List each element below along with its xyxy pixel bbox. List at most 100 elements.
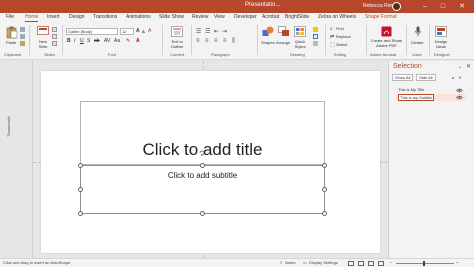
pdf-icon[interactable] — [381, 26, 392, 37]
resize-handle[interactable] — [322, 211, 327, 216]
align-right-icon[interactable]: ≡ — [214, 38, 218, 44]
minimize-button[interactable]: – — [419, 2, 431, 11]
shape-fill-icon[interactable] — [313, 27, 318, 32]
shrink-font-icon[interactable]: A — [142, 29, 145, 34]
create-share-pdf-label[interactable]: Create and Share Adobe PDF — [370, 38, 403, 48]
slide-show-icon[interactable] — [378, 261, 384, 266]
resize-handle[interactable] — [78, 211, 83, 216]
text-to-outline-icon[interactable] — [171, 26, 183, 37]
notes-icon[interactable]: ≡ — [280, 260, 282, 265]
shapes-label[interactable]: Shapes — [261, 40, 275, 45]
slide[interactable]: Click to add title Click to add subtitle — [41, 71, 380, 253]
tab-transitions[interactable]: Transitions — [93, 14, 117, 20]
new-slide-icon[interactable] — [37, 26, 49, 37]
resize-handle[interactable] — [78, 187, 83, 192]
subtitle-placeholder[interactable]: Click to add subtitle — [80, 165, 325, 214]
close-pane-button[interactable]: ✕ — [466, 63, 471, 70]
tab-insert[interactable]: Insert — [47, 14, 60, 20]
zoom-slider-thumb[interactable] — [423, 261, 425, 266]
arrange-label[interactable]: Arrange — [276, 40, 290, 45]
arrange-icon[interactable] — [278, 26, 290, 37]
thumbnails-pane[interactable]: Thumbnails — [0, 61, 33, 258]
tab-slide-show[interactable]: Slide Show — [159, 14, 184, 20]
subtitle-placeholder-text[interactable]: Click to add subtitle — [81, 171, 324, 180]
tab-view[interactable]: View — [214, 14, 225, 20]
tab-acrobat[interactable]: Acrobat — [262, 14, 279, 20]
tab-developer[interactable]: Developer — [234, 14, 257, 20]
slide-sorter-icon[interactable] — [358, 261, 364, 266]
bullets-icon[interactable]: ☰ — [196, 28, 201, 35]
quick-styles-icon[interactable] — [294, 26, 306, 37]
eye-icon[interactable] — [456, 88, 463, 93]
resize-handle[interactable] — [200, 211, 205, 216]
strikethrough-icon[interactable]: ab — [94, 38, 100, 44]
shape-outline-icon[interactable] — [313, 34, 318, 39]
find-icon[interactable]: ⌕ — [330, 26, 333, 32]
shadow-icon[interactable]: S — [87, 38, 90, 44]
change-case-icon[interactable]: Aa — [114, 38, 120, 44]
slide-canvas[interactable]: Click to add title Click to add subtitle — [33, 61, 388, 258]
maximize-button[interactable]: □ — [437, 2, 449, 11]
resize-handle[interactable] — [322, 163, 327, 168]
italic-icon[interactable]: I — [74, 38, 75, 44]
tab-zebra-on-wheels[interactable]: Zebra on Wheels — [318, 14, 356, 20]
paste-icon[interactable] — [6, 26, 18, 39]
font-size-field[interactable]: 12 — [120, 28, 134, 35]
paste-label[interactable]: Paste — [6, 40, 16, 45]
justify-icon[interactable]: ≡ — [223, 38, 227, 44]
send-backward-icon[interactable]: ▼ — [458, 75, 462, 80]
tab-design[interactable]: Design — [69, 14, 85, 20]
pane-options-icon[interactable]: ⌄ — [458, 64, 462, 70]
text-to-outline-label[interactable]: Text to Outline — [167, 39, 187, 49]
design-ideas-icon[interactable] — [435, 26, 447, 37]
quick-styles-label[interactable]: Quick Styles — [293, 39, 307, 49]
thumbnails-label[interactable]: Thumbnails — [6, 116, 11, 137]
microphone-icon[interactable] — [414, 26, 422, 37]
replace-icon[interactable]: ⇄ — [330, 34, 334, 40]
tab-home[interactable]: Home — [25, 14, 39, 22]
spacing-icon[interactable]: AV — [104, 38, 110, 44]
format-painter-icon[interactable] — [20, 41, 25, 46]
tab-brightslide[interactable]: BrightSlide — [285, 14, 309, 20]
copy-icon[interactable] — [20, 34, 25, 39]
normal-view-icon[interactable] — [348, 261, 354, 266]
selection-item-editing[interactable]: This is my Subtitle — [396, 94, 466, 101]
find-label[interactable]: Find — [336, 26, 344, 31]
rename-field[interactable]: This is my Subtitle — [398, 94, 435, 101]
resize-handle[interactable] — [200, 163, 205, 168]
tab-shape-format[interactable]: Shape Format — [365, 14, 397, 20]
highlight-icon[interactable]: ✎ — [126, 38, 130, 44]
cut-icon[interactable] — [20, 27, 25, 32]
select-icon[interactable]: ⬚ — [330, 42, 335, 48]
font-name-field[interactable]: Calibri (Body) — [66, 28, 118, 35]
underline-icon[interactable]: U — [80, 38, 84, 44]
display-settings-button[interactable]: Display Settings — [309, 260, 338, 265]
avatar[interactable] — [392, 2, 401, 11]
reset-icon[interactable] — [52, 34, 57, 39]
zoom-in-icon[interactable]: + — [456, 260, 458, 265]
align-left-icon[interactable]: ≡ — [196, 38, 200, 44]
reading-view-icon[interactable] — [368, 261, 374, 266]
numbering-icon[interactable]: ☰ — [205, 28, 210, 35]
selection-item[interactable]: This is My Title — [396, 87, 466, 94]
bold-icon[interactable]: B — [67, 38, 71, 44]
new-slide-label[interactable]: New Slide — [36, 39, 50, 49]
selection-item-label[interactable]: This is My Title — [398, 87, 424, 92]
shapes-icon[interactable] — [262, 26, 274, 37]
resize-handle[interactable] — [322, 187, 327, 192]
shape-effects-icon[interactable] — [313, 41, 318, 46]
resize-handle[interactable] — [78, 163, 83, 168]
tab-file[interactable]: File — [6, 14, 14, 20]
rotate-handle-icon[interactable] — [199, 150, 205, 156]
clear-format-icon[interactable]: A — [148, 28, 151, 34]
bring-forward-icon[interactable]: ▲ — [451, 75, 455, 80]
indent-icon[interactable]: ⇤ — [214, 28, 219, 35]
design-ideas-label[interactable]: Design Ideas — [433, 39, 449, 49]
columns-icon[interactable]: ⫼ — [232, 38, 235, 45]
dictate-label[interactable]: Dictate — [411, 40, 423, 45]
hide-all-button[interactable]: Hide All — [416, 74, 436, 81]
select-label[interactable]: Select — [336, 42, 347, 47]
layout-icon[interactable] — [52, 27, 57, 32]
zoom-slider[interactable] — [396, 263, 454, 264]
tab-review[interactable]: Review — [192, 14, 208, 20]
